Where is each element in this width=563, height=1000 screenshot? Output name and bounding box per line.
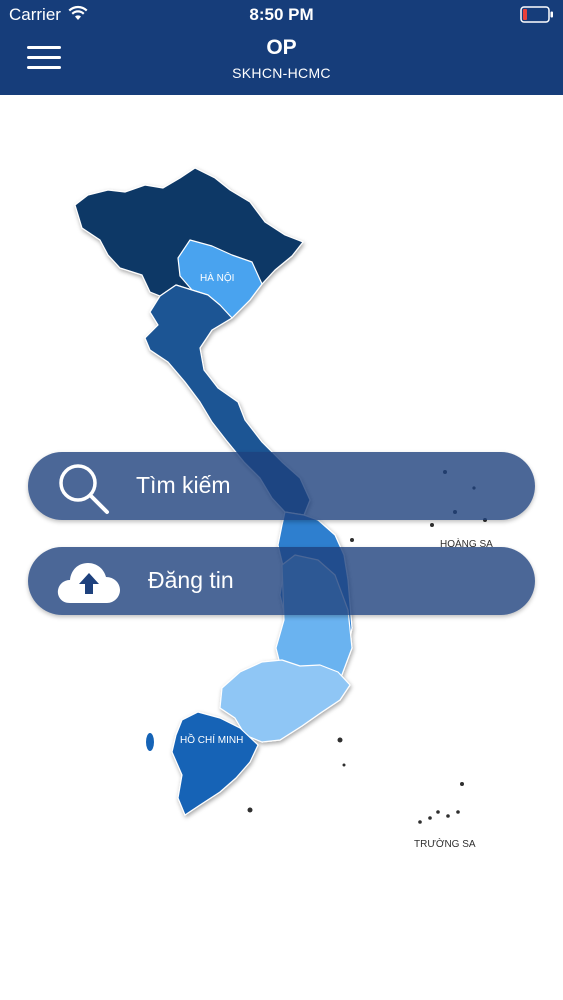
search-button-label: Tìm kiếm	[136, 472, 231, 498]
page-subtitle: SKHCN-HCMC	[232, 65, 331, 81]
page-title: OP	[266, 36, 297, 59]
map-label-truong-sa: TRƯỜNG SA	[414, 839, 476, 850]
post-button[interactable]: Đăng tin	[28, 547, 535, 615]
post-button-label: Đăng tin	[148, 567, 234, 593]
map-label-hcm: HỒ CHÍ MINH	[180, 735, 244, 746]
map-label-hanoi: HÀ NỘI	[200, 273, 235, 284]
cloud-upload-icon	[56, 559, 122, 610]
search-button[interactable]: Tìm kiếm	[28, 452, 535, 520]
navigation-bar: Carrier 8:50 PM OP SKHCN-HCMC	[0, 0, 563, 95]
clock: 8:50 PM	[249, 5, 314, 24]
status-bar: Carrier 8:50 PM	[0, 0, 563, 30]
battery-icon	[520, 6, 554, 28]
search-icon	[56, 461, 112, 520]
